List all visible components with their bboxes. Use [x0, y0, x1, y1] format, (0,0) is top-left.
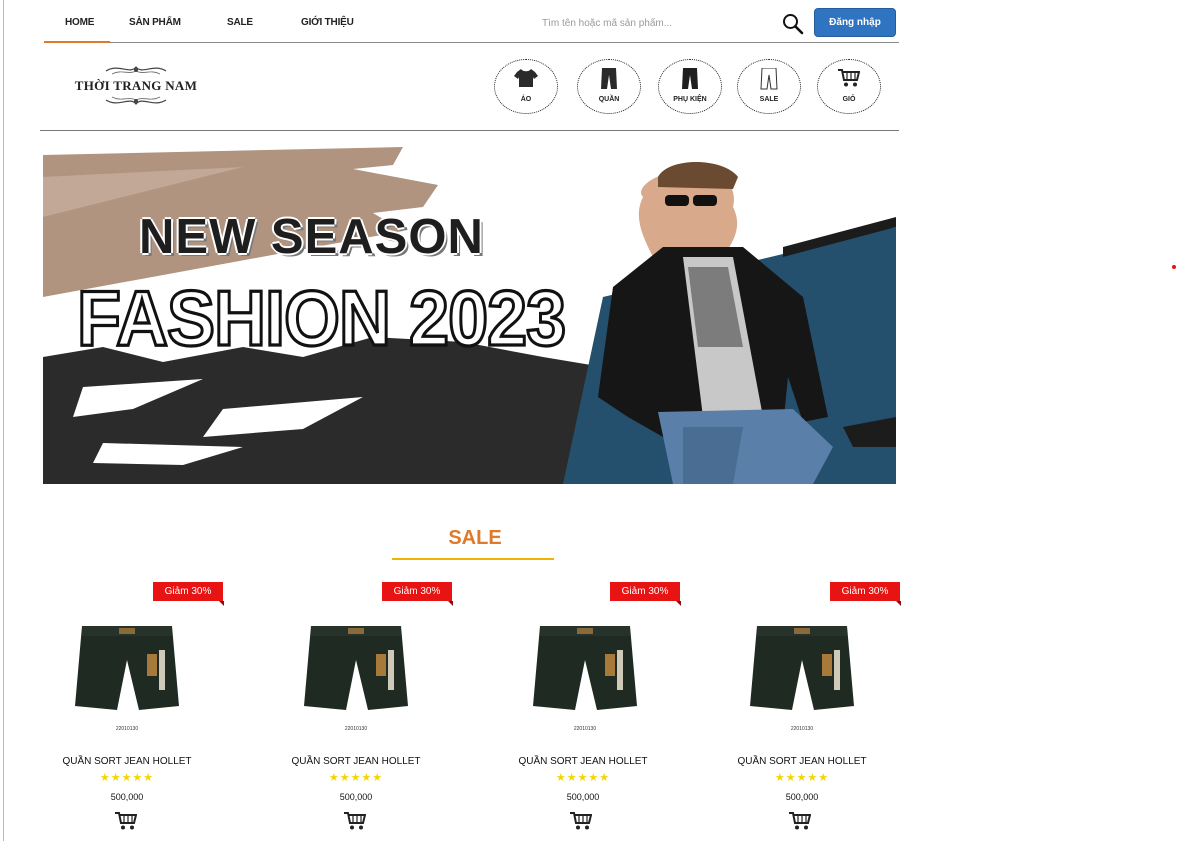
category-label: GIỎ: [842, 96, 856, 103]
product-name[interactable]: QUẦN SORT JEAN HOLLET: [37, 756, 217, 767]
product-card[interactable]: Giảm 30% 22010130 QUẦN SORT JEAN HOLLET …: [712, 578, 901, 840]
search-icon[interactable]: [782, 13, 804, 35]
product-image: [525, 614, 645, 734]
red-dot-marker: [1172, 265, 1176, 269]
discount-badge: Giảm 30%: [382, 582, 453, 606]
hero-banner[interactable]: NEW SEASON FASHION 2023: [43, 147, 896, 484]
login-button[interactable]: Đăng nhập: [814, 8, 896, 37]
product-price: 500,000: [566, 792, 600, 802]
sale-pants-icon: [760, 68, 778, 90]
header-divider: [40, 130, 899, 131]
cart-icon: [838, 69, 860, 87]
rating-stars: ★★★★★: [328, 772, 384, 784]
sale-title-underline: [392, 558, 554, 560]
search-input[interactable]: [540, 12, 774, 34]
category-gio[interactable]: GIỎ: [817, 59, 881, 114]
page-left-border: [3, 0, 4, 841]
product-card[interactable]: Giảm 30% 22010130 QUẦN SORT JEAN HOLLET …: [266, 578, 453, 840]
product-image: [67, 614, 187, 734]
accessory-pants-icon: [682, 68, 698, 89]
category-label: PHỤ KIỆN: [673, 96, 707, 103]
category-label: ÁO: [520, 96, 532, 103]
product-card[interactable]: Giảm 30% 22010130 QUẦN SORT JEAN HOLLET …: [37, 578, 224, 840]
category-label: SALE: [759, 96, 779, 103]
discount-badge: Giảm 30%: [153, 582, 224, 606]
category-label: QUẦN: [598, 96, 620, 103]
sale-title: SALE: [448, 527, 502, 549]
category-ao[interactable]: ÁO: [494, 59, 558, 114]
product-card[interactable]: Giảm 30% 22010130 QUẦN SORT JEAN HOLLET …: [493, 578, 681, 840]
product-price: 500,000: [110, 792, 144, 802]
category-quan[interactable]: QUẦN: [577, 59, 641, 114]
nav-home[interactable]: HOME: [65, 17, 94, 28]
logo-text: THỜI TRANG NAM: [74, 78, 198, 93]
product-name[interactable]: QUẦN SORT JEAN HOLLET: [712, 756, 892, 767]
banner-headline: NEW SEASON: [139, 210, 484, 264]
product-code: 22010130: [790, 726, 814, 732]
category-sale[interactable]: SALE: [737, 59, 801, 114]
product-price: 500,000: [339, 792, 373, 802]
add-to-cart-icon[interactable]: [344, 810, 366, 832]
discount-badge: Giảm 30%: [830, 582, 901, 606]
product-price: 500,000: [785, 792, 819, 802]
banner-subheadline: FASHION 2023: [75, 274, 567, 364]
nav-sale[interactable]: SALE: [227, 17, 253, 28]
shirt-icon: [514, 69, 538, 87]
add-to-cart-icon[interactable]: [570, 810, 592, 832]
product-code: 22010130: [115, 726, 139, 732]
product-name[interactable]: QUẦN SORT JEAN HOLLET: [493, 756, 673, 767]
pants-icon: [601, 68, 617, 89]
rating-stars: ★★★★★: [555, 772, 611, 784]
product-code: 22010130: [573, 726, 597, 732]
product-image: [296, 614, 416, 734]
logo[interactable]: THỜI TRANG NAM: [72, 63, 200, 109]
product-image: [742, 614, 862, 734]
nav-products[interactable]: SẢN PHẨM: [129, 17, 181, 28]
product-code: 22010130: [344, 726, 368, 732]
add-to-cart-icon[interactable]: [115, 810, 137, 832]
nav-active-underline: [44, 41, 110, 43]
rating-stars: ★★★★★: [99, 772, 155, 784]
category-phu-kien[interactable]: PHỤ KIỆN: [658, 59, 722, 114]
nav-divider: [44, 42, 899, 43]
rating-stars: ★★★★★: [774, 772, 830, 784]
discount-badge: Giảm 30%: [610, 582, 681, 606]
product-name[interactable]: QUẦN SORT JEAN HOLLET: [266, 756, 446, 767]
nav-about[interactable]: GIỚI THIỆU: [301, 17, 354, 28]
add-to-cart-icon[interactable]: [789, 810, 811, 832]
